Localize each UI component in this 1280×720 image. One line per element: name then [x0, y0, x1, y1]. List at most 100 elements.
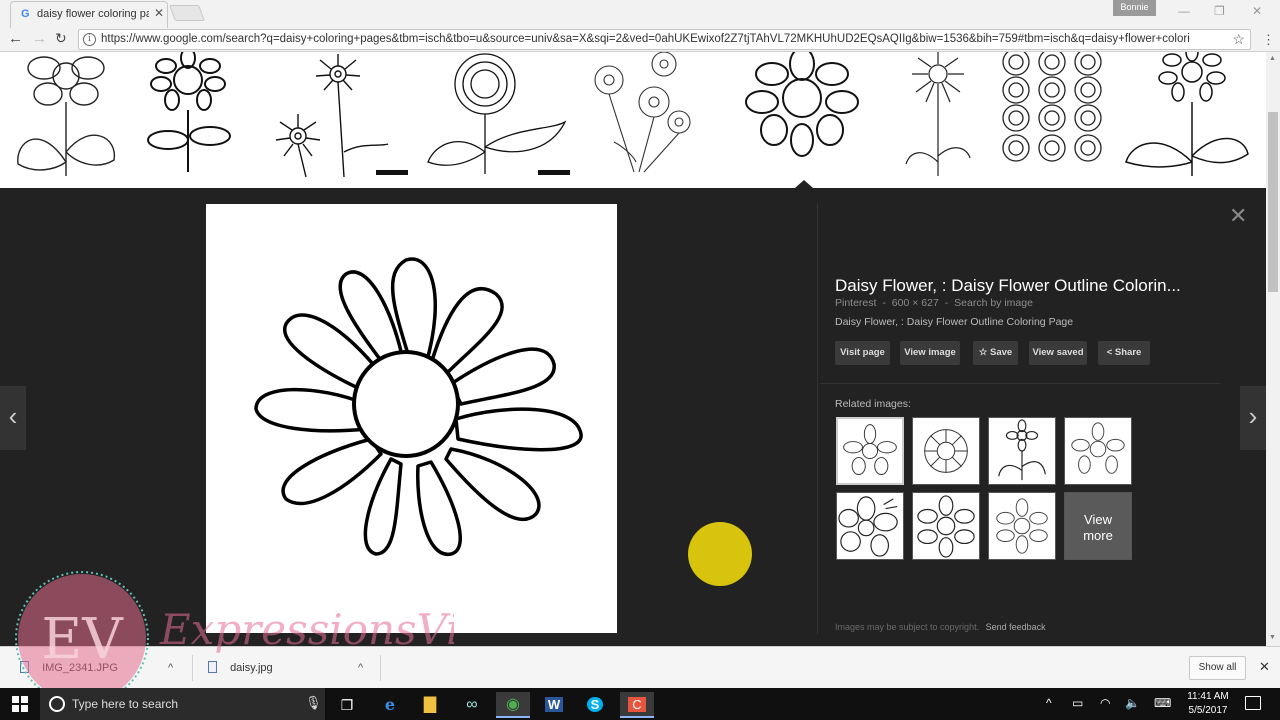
scroll-up-icon[interactable]: ▲: [1269, 55, 1276, 62]
back-icon[interactable]: ←: [8, 30, 23, 47]
window-close-icon[interactable]: ✕: [1252, 4, 1262, 18]
save-label: Save: [989, 347, 1013, 358]
result-thumbnail[interactable]: [584, 52, 710, 180]
word-icon[interactable]: W: [537, 692, 571, 718]
profile-button[interactable]: Bonnie: [1113, 0, 1156, 16]
related-image-thumbnail[interactable]: [912, 417, 980, 485]
tab-close-icon[interactable]: ✕: [154, 6, 164, 20]
meta-separator: -: [882, 297, 886, 309]
result-thumbnail-selected[interactable]: [734, 52, 874, 180]
system-clock[interactable]: 11:41 AM 5/5/2017: [1183, 690, 1233, 718]
download-filename: daisy.jpg: [230, 662, 273, 674]
battery-icon[interactable]: ▭: [1072, 696, 1083, 710]
browser-tab[interactable]: G daisy flower coloring pag ✕: [10, 1, 168, 28]
image-title[interactable]: Daisy Flower, : Daisy Flower Outline Col…: [835, 276, 1181, 296]
close-icon[interactable]: ✕: [1229, 203, 1247, 229]
volume-icon[interactable]: 🔈: [1125, 696, 1140, 710]
star-icon: ☆: [978, 347, 988, 358]
result-thumbnail[interactable]: [10, 52, 122, 180]
download-separator: [192, 655, 193, 681]
chrome-icon[interactable]: ◉: [496, 692, 530, 718]
clock-date: 5/5/2017: [1188, 705, 1228, 716]
scroll-down-icon[interactable]: ▼: [1269, 634, 1276, 641]
related-image-thumbnail[interactable]: [988, 492, 1056, 560]
save-button[interactable]: ☆ Save: [973, 341, 1018, 365]
menu-icon[interactable]: ⋮: [1262, 32, 1275, 48]
cursor-highlight: [688, 522, 752, 586]
download-filename: IMG_2341.JPG: [42, 662, 118, 674]
microphone-icon[interactable]: 🎙: [305, 695, 322, 711]
address-bar[interactable]: i https://www.google.com/search?q=daisy+…: [78, 29, 1251, 50]
related-images-label: Related images:: [835, 398, 911, 410]
keyboard-icon[interactable]: ⌨: [1154, 696, 1171, 710]
related-image-thumbnail[interactable]: [836, 417, 904, 485]
chevron-up-icon[interactable]: ^: [358, 656, 363, 680]
panel-divider: [817, 204, 818, 634]
download-separator: [380, 655, 381, 681]
url-text[interactable]: https://www.google.com/search?q=daisy+co…: [101, 33, 1226, 45]
chevron-left-icon[interactable]: ‹: [0, 386, 26, 450]
wifi-icon[interactable]: ◠: [1100, 696, 1110, 710]
result-thumbnail[interactable]: [1122, 52, 1252, 180]
result-thumbnail[interactable]: [420, 52, 570, 180]
reload-icon[interactable]: ↻: [55, 30, 67, 47]
bookmark-star-icon[interactable]: ☆: [1232, 31, 1245, 48]
minimize-icon[interactable]: —: [1178, 4, 1190, 18]
related-image-thumbnail[interactable]: [1064, 417, 1132, 485]
info-icon[interactable]: i: [83, 33, 96, 46]
image-source: Pinterest: [835, 297, 877, 309]
chevron-up-icon[interactable]: ^: [168, 656, 173, 680]
windows-start-icon[interactable]: [12, 696, 28, 712]
show-all-button[interactable]: Show all: [1189, 656, 1246, 680]
share-icon: <: [1106, 347, 1113, 358]
copyright-text: Images may be subject to copyright.: [835, 622, 980, 632]
image-viewer-panel: ✕ Daisy Flower, : Daisy Flower Outline C…: [0, 188, 1266, 646]
main-preview-image[interactable]: [206, 204, 617, 633]
screen: G daisy flower coloring pag ✕ Bonnie — ❐…: [0, 0, 1280, 720]
infinity-app-icon[interactable]: ∞: [455, 692, 489, 718]
result-thumbnail[interactable]: [892, 52, 984, 180]
cortana-icon: [49, 696, 65, 712]
file-icon: [208, 661, 217, 673]
browser-tabstrip: G daisy flower coloring pag ✕ Bonnie — ❐…: [0, 0, 1280, 28]
task-view-icon[interactable]: ❐: [330, 692, 364, 718]
browser-toolbar: ← → ↻ i https://www.google.com/search?q=…: [0, 28, 1280, 52]
view-saved-button[interactable]: View saved: [1029, 341, 1087, 365]
maximize-icon[interactable]: ❐: [1214, 4, 1225, 18]
related-image-thumbnail[interactable]: [912, 492, 980, 560]
search-placeholder: Type here to search: [72, 697, 179, 711]
close-icon[interactable]: ✕: [1259, 659, 1270, 675]
image-meta: Pinterest - 600 × 627 - Search by image: [835, 297, 1036, 309]
search-by-image-link[interactable]: Search by image: [954, 297, 1033, 309]
page-scrollbar[interactable]: ▲ ▼: [1266, 52, 1280, 646]
file-explorer-icon[interactable]: ▇: [413, 692, 447, 718]
send-feedback-link[interactable]: Send feedback: [986, 622, 1046, 632]
result-thumbnail[interactable]: [138, 52, 238, 180]
view-image-button[interactable]: View image: [900, 341, 960, 365]
scroll-thumb[interactable]: [1268, 112, 1278, 292]
image-dimensions: 600 × 627: [891, 297, 939, 309]
view-more-button[interactable]: View more: [1064, 492, 1132, 560]
meta-separator: -: [944, 297, 949, 309]
notification-icon[interactable]: [1245, 696, 1261, 710]
related-image-thumbnail[interactable]: [988, 417, 1056, 485]
skype-icon[interactable]: S: [578, 692, 612, 718]
copyright-note: Images may be subject to copyright. Send…: [835, 622, 1046, 632]
taskbar-search[interactable]: Type here to search 🎙: [40, 688, 325, 720]
visit-page-button[interactable]: Visit page: [835, 341, 890, 365]
edge-icon[interactable]: e: [373, 692, 407, 718]
result-thumbnail[interactable]: [1000, 52, 1106, 180]
windows-taskbar: Type here to search 🎙 ❐ e ▇ ∞ ◉ W S C ^ …: [0, 688, 1280, 720]
tray-expand-icon[interactable]: ^: [1046, 696, 1052, 710]
download-item[interactable]: IMG_2341.JPG: [20, 656, 118, 680]
downloads-bar: IMG_2341.JPG ^ daisy.jpg ^ Show all ✕: [0, 646, 1280, 688]
screencast-icon[interactable]: C: [620, 692, 654, 718]
image-caption: Daisy Flower, : Daisy Flower Outline Col…: [835, 316, 1074, 328]
result-thumbnail[interactable]: [258, 52, 408, 180]
chevron-right-icon[interactable]: ›: [1240, 386, 1266, 450]
new-tab-button[interactable]: [169, 5, 205, 21]
share-button[interactable]: < Share: [1098, 341, 1150, 365]
download-item[interactable]: daisy.jpg: [208, 656, 273, 680]
related-image-thumbnail[interactable]: [836, 492, 904, 560]
forward-icon[interactable]: →: [32, 30, 47, 47]
